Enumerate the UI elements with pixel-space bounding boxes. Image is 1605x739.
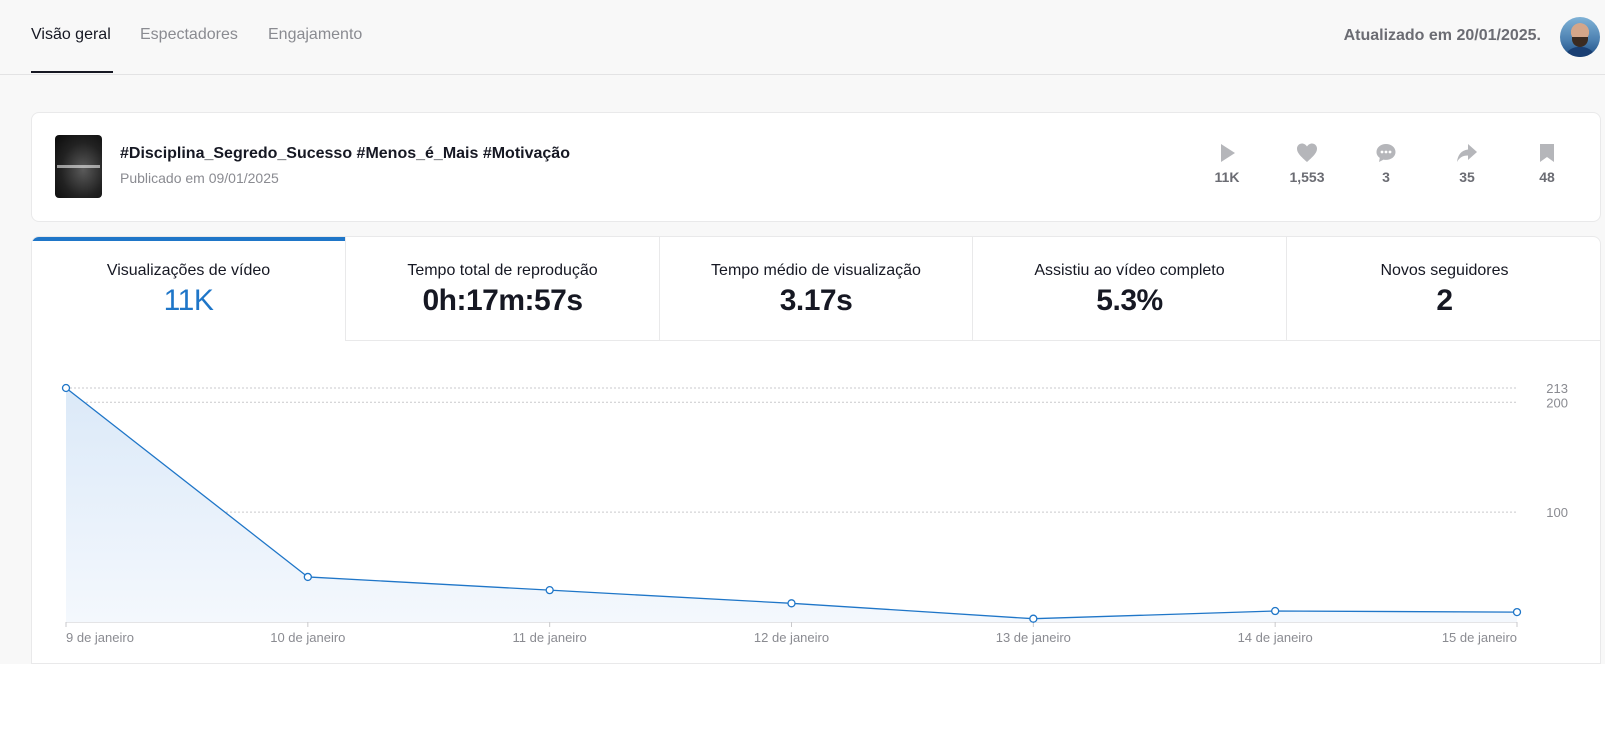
avatar[interactable] (1560, 17, 1600, 57)
stat-shares-value: 35 (1459, 169, 1475, 185)
video-title: #Disciplina_Segredo_Sucesso #Menos_é_Mai… (120, 145, 570, 162)
metric-tab-new-followers[interactable]: Novos seguidores 2 (1287, 237, 1600, 341)
bookmark-icon (1540, 144, 1554, 162)
stat-shares: 35 (1432, 141, 1502, 185)
metric-value: 11K (163, 284, 214, 317)
metric-tab-views[interactable]: Visualizações de vídeo 11K (32, 237, 346, 341)
stat-views: 11K (1192, 141, 1262, 185)
tab-espectadores[interactable]: Espectadores (140, 26, 238, 44)
metrics-panel: Visualizações de vídeo 11K Tempo total d… (31, 236, 1601, 664)
metric-tab-watched-full[interactable]: Assistiu ao vídeo completo 5.3% (973, 237, 1287, 341)
metric-label: Visualizações de vídeo (106, 262, 271, 279)
stat-likes-value: 1,553 (1289, 169, 1325, 185)
video-thumbnail[interactable] (55, 135, 102, 198)
heart-icon (1297, 143, 1317, 162)
updated-date: Atualizado em 20/01/2025. (1343, 27, 1541, 44)
share-icon (1457, 144, 1477, 162)
play-icon (1221, 144, 1235, 162)
video-publish-date: Publicado em 09/01/2025 (120, 170, 279, 186)
metric-label: Assistiu ao vídeo completo (1034, 262, 1225, 279)
metric-value: 0h:17m:57s (422, 284, 583, 317)
stat-likes: 1,553 (1272, 141, 1342, 185)
metric-tab-total-play-time[interactable]: Tempo total de reprodução 0h:17m:57s (346, 237, 660, 341)
thumbnail-caption-line (57, 165, 100, 168)
metric-label: Tempo médio de visualização (711, 262, 921, 279)
active-tab-indicator (31, 71, 113, 73)
tab-visao-geral[interactable]: Visão geral (31, 26, 111, 44)
metric-tab-average-watch-time[interactable]: Tempo médio de visualização 3.17s (660, 237, 973, 341)
video-info-card: #Disciplina_Segredo_Sucesso #Menos_é_Mai… (31, 112, 1601, 222)
stat-comments-value: 3 (1382, 169, 1390, 185)
analytics-page: Visão geral Espectadores Engajamento Atu… (0, 0, 1605, 664)
metric-value: 5.3% (1096, 284, 1163, 317)
avatar-beard (1572, 37, 1588, 47)
tab-engajamento[interactable]: Engajamento (268, 26, 362, 44)
stat-views-value: 11K (1214, 169, 1240, 185)
avatar-shirt (1564, 47, 1596, 57)
stat-comments: 3 (1351, 141, 1421, 185)
top-navigation: Visão geral Espectadores Engajamento Atu… (0, 0, 1605, 75)
stat-saves-value: 48 (1539, 169, 1555, 185)
metric-label: Tempo total de reprodução (407, 262, 598, 279)
metric-label: Novos seguidores (1380, 262, 1509, 279)
stat-saves: 48 (1512, 141, 1582, 185)
metric-value: 2 (1436, 284, 1453, 317)
comment-icon (1376, 144, 1396, 162)
metric-value: 3.17s (779, 284, 853, 317)
